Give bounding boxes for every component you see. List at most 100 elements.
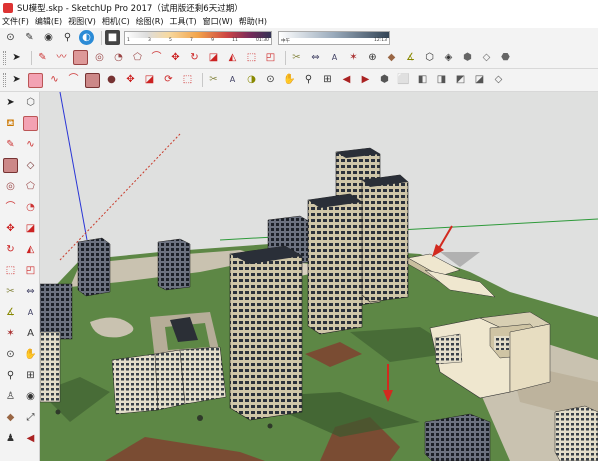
menu-window[interactable]: 窗口(W) bbox=[203, 16, 233, 27]
push-pull-icon[interactable]: ◪ bbox=[23, 221, 38, 236]
axes-icon[interactable]: ✶ bbox=[3, 326, 18, 341]
pan-icon[interactable]: ✋ bbox=[23, 347, 38, 362]
look-around-icon[interactable]: ◉ bbox=[23, 389, 38, 404]
camera-position-icon[interactable]: ✎ bbox=[22, 30, 37, 45]
offset-icon[interactable]: ◰ bbox=[263, 50, 278, 65]
rectangle-tool-icon[interactable] bbox=[85, 72, 100, 88]
shadow-toggle-icon[interactable]: ■ bbox=[105, 30, 120, 45]
section-plane-icon[interactable]: ◆ bbox=[384, 50, 399, 65]
scale-icon[interactable]: ⬚ bbox=[244, 50, 259, 65]
polygon-icon[interactable]: ⬠ bbox=[130, 50, 145, 65]
zoom-icon[interactable]: ◐ bbox=[79, 30, 94, 45]
scale-tool-icon[interactable]: ⬚ bbox=[180, 73, 195, 88]
scale-icon[interactable]: ⬚ bbox=[3, 263, 18, 278]
orbit-icon[interactable]: ⊙ bbox=[3, 30, 18, 45]
orbit-tool-icon[interactable]: ⊙ bbox=[263, 73, 278, 88]
axes-icon[interactable]: ✶ bbox=[346, 50, 361, 65]
rotated-rectangle-icon[interactable]: ◇ bbox=[23, 158, 38, 173]
toolbar-grip[interactable] bbox=[3, 73, 6, 87]
tape-tool-icon[interactable]: ✂ bbox=[206, 73, 221, 88]
zoom-tool-icon[interactable]: ⚲ bbox=[301, 73, 316, 88]
select-arrow-icon[interactable]: ➤ bbox=[9, 73, 24, 88]
3d-text-icon[interactable]: ⊕ bbox=[365, 50, 380, 65]
circle-icon[interactable]: ◎ bbox=[3, 179, 18, 194]
text-icon[interactable]: A bbox=[23, 305, 38, 320]
freehand-icon[interactable]: ∿ bbox=[23, 137, 38, 152]
protractor-tool-icon[interactable]: ◑ bbox=[244, 73, 259, 88]
left-view-icon[interactable]: ◪ bbox=[472, 73, 487, 88]
polygon-tool-icon[interactable]: ✥ bbox=[123, 73, 138, 88]
style-icon[interactable]: ⬢ bbox=[460, 50, 475, 65]
previous-view-icon[interactable]: ◀ bbox=[23, 431, 38, 446]
freehand-icon[interactable]: ∿ bbox=[47, 73, 62, 88]
circle-icon[interactable]: ◎ bbox=[92, 50, 107, 65]
next-view-icon[interactable]: ▶ bbox=[358, 73, 373, 88]
pie-icon[interactable]: ◔ bbox=[23, 200, 38, 215]
x-ray-icon[interactable]: ◇ bbox=[491, 73, 506, 88]
orbit-icon[interactable]: ⊙ bbox=[3, 347, 18, 362]
component-icon[interactable]: ⬡ bbox=[422, 50, 437, 65]
front-view-icon[interactable]: ◧ bbox=[415, 73, 430, 88]
polygon-icon[interactable]: ⬠ bbox=[23, 179, 38, 194]
right-view-icon[interactable]: ◨ bbox=[434, 73, 449, 88]
protractor-icon[interactable]: ∡ bbox=[3, 305, 18, 320]
push-pull-icon[interactable]: ◪ bbox=[206, 50, 221, 65]
pencil-icon[interactable]: ✎ bbox=[35, 50, 50, 65]
back-view-icon[interactable]: ◩ bbox=[453, 73, 468, 88]
menu-help[interactable]: 帮助(H) bbox=[239, 16, 267, 27]
rectangle-icon[interactable] bbox=[73, 50, 88, 65]
3d-text-icon[interactable]: A bbox=[23, 326, 38, 341]
menu-file[interactable]: 文件(F) bbox=[2, 16, 29, 27]
look-around-icon[interactable]: ◉ bbox=[41, 30, 56, 45]
paint-bucket-icon[interactable]: ⛾ bbox=[3, 116, 18, 131]
zoom-window-icon[interactable]: ⊞ bbox=[320, 73, 335, 88]
dimension-icon[interactable]: ⇔ bbox=[23, 284, 38, 299]
protractor-icon[interactable]: ∡ bbox=[403, 50, 418, 65]
tape-measure-icon[interactable]: ✂ bbox=[289, 50, 304, 65]
component-icon[interactable]: ⬡ bbox=[23, 95, 38, 110]
arc-icon[interactable]: ⌒ bbox=[3, 200, 18, 215]
iso-view-icon[interactable]: ⬢ bbox=[377, 73, 392, 88]
tape-measure-icon[interactable]: ✂ bbox=[3, 284, 18, 299]
select-icon[interactable]: ➤ bbox=[9, 50, 24, 65]
material-icon[interactable]: ◈ bbox=[441, 50, 456, 65]
rectangle-icon[interactable] bbox=[3, 158, 18, 173]
top-view-icon[interactable]: ⬜ bbox=[396, 73, 411, 88]
menu-draw[interactable]: 绘图(R) bbox=[136, 16, 164, 27]
move-tool-icon[interactable]: ⟳ bbox=[161, 73, 176, 88]
line-icon[interactable]: ✎ bbox=[3, 137, 18, 152]
follow-me-icon[interactable]: ◭ bbox=[225, 50, 240, 65]
zoom-extents-icon[interactable]: ⤢ bbox=[23, 410, 38, 425]
shadow-time-slider[interactable]: 1 3 5 7 9 11 01:30 bbox=[124, 30, 272, 45]
push-pull-tool-icon[interactable]: ◪ bbox=[142, 73, 157, 88]
circle-tool-icon[interactable]: ● bbox=[104, 73, 119, 88]
arc-tool-icon[interactable]: ⌒ bbox=[66, 73, 81, 88]
pan-tool-icon[interactable]: ✋ bbox=[282, 73, 297, 88]
rotate-icon[interactable]: ↻ bbox=[187, 50, 202, 65]
menu-edit[interactable]: 编辑(E) bbox=[35, 16, 62, 27]
offset-icon[interactable]: ◰ bbox=[23, 263, 38, 278]
walk-icon[interactable]: ♙ bbox=[3, 389, 18, 404]
menu-tools[interactable]: 工具(T) bbox=[170, 16, 197, 27]
light-time-slider[interactable]: 中午 12:13 bbox=[278, 30, 390, 45]
previous-view-icon[interactable]: ◀ bbox=[339, 73, 354, 88]
menu-view[interactable]: 视图(V) bbox=[68, 16, 96, 27]
layer-icon[interactable]: ◇ bbox=[479, 50, 494, 65]
rotate-icon[interactable]: ↻ bbox=[3, 242, 18, 257]
position-camera-icon[interactable]: ♟ bbox=[3, 431, 18, 446]
eraser-icon[interactable] bbox=[23, 116, 38, 131]
section-plane-icon[interactable]: ◆ bbox=[3, 410, 18, 425]
zoom-icon[interactable]: ⚲ bbox=[3, 368, 18, 383]
move-icon[interactable]: ✥ bbox=[3, 221, 18, 236]
move-icon[interactable]: ✥ bbox=[168, 50, 183, 65]
menu-camera[interactable]: 相机(C) bbox=[102, 16, 130, 27]
follow-me-icon[interactable]: ◭ bbox=[23, 242, 38, 257]
toolbar-grip[interactable] bbox=[3, 50, 6, 65]
eraser-pink-icon[interactable] bbox=[28, 72, 43, 88]
walk-icon[interactable]: ⚲ bbox=[60, 30, 75, 45]
select-icon[interactable]: ➤ bbox=[3, 95, 18, 110]
pie-icon[interactable]: ◔ bbox=[111, 50, 126, 65]
arc-icon[interactable]: ⌒ bbox=[149, 50, 164, 65]
scene-icon[interactable]: ⬣ bbox=[498, 50, 513, 65]
dimension-tool-icon[interactable]: A bbox=[225, 73, 240, 88]
